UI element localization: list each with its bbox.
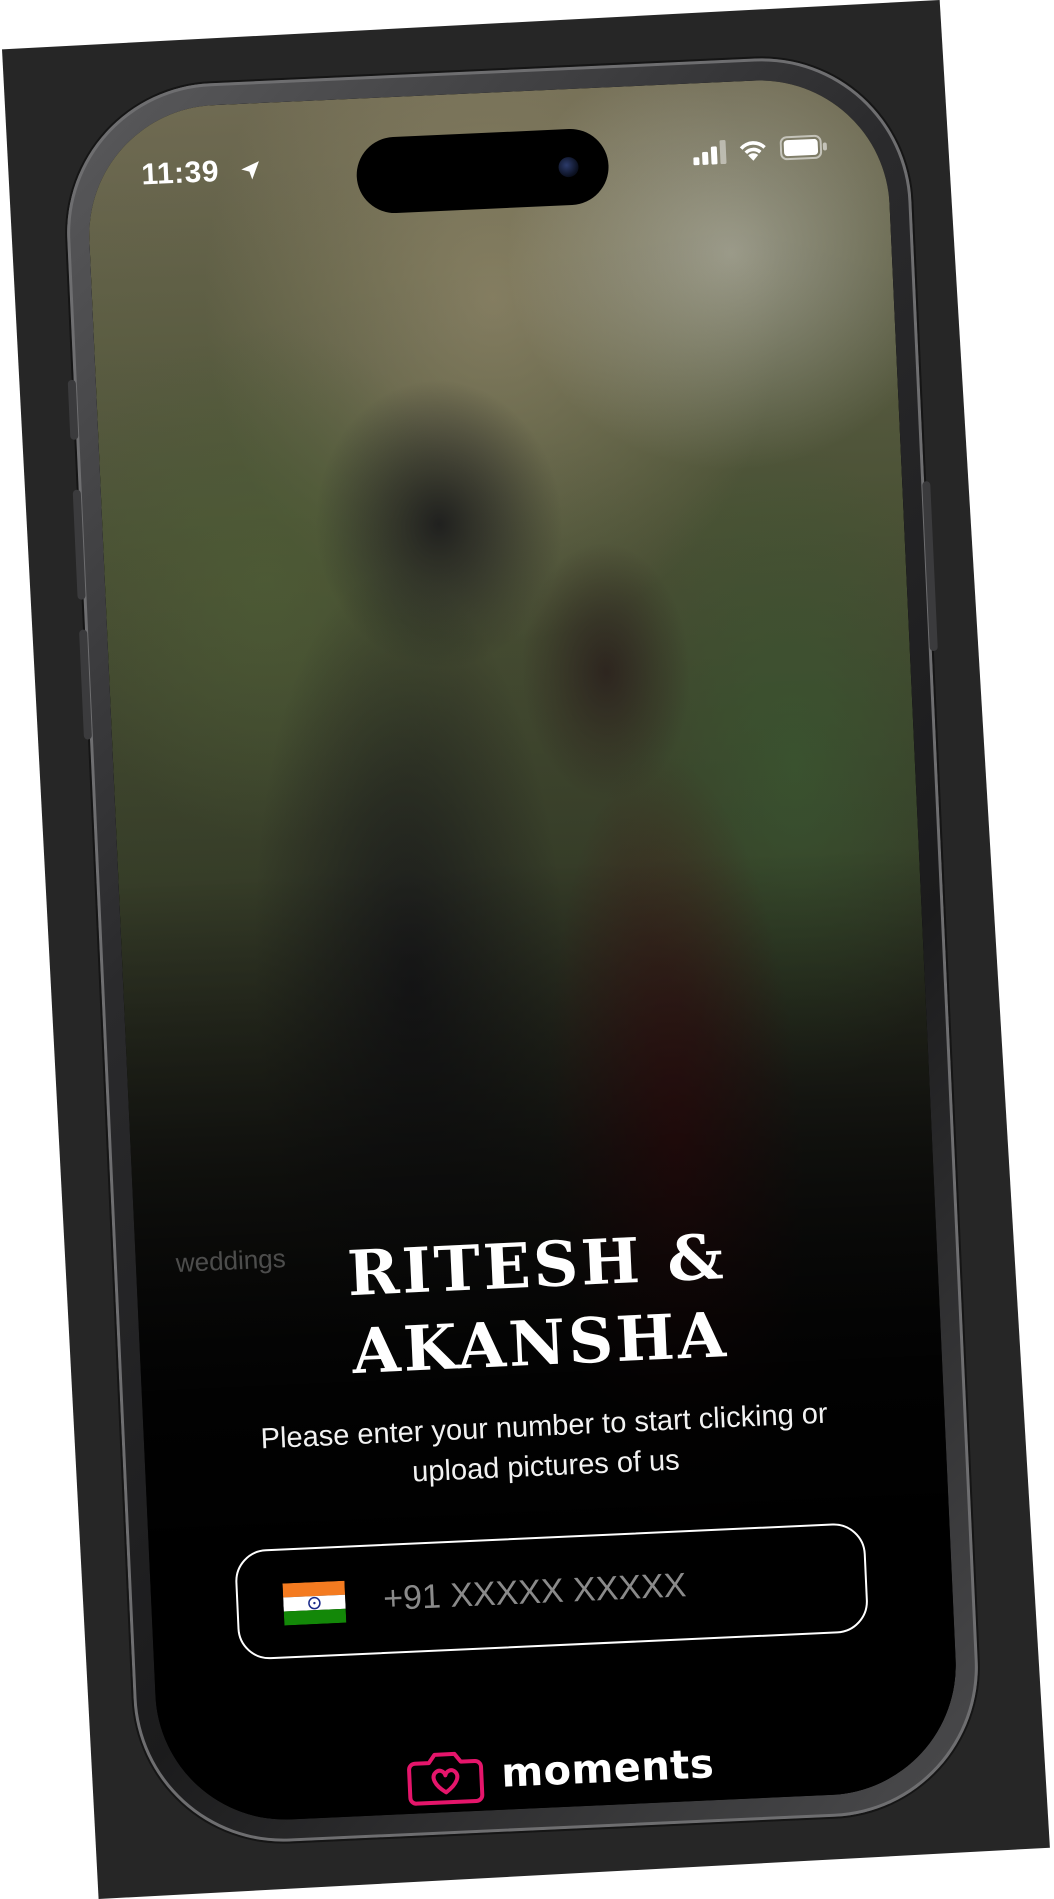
camera-heart-icon xyxy=(407,1751,485,1806)
cellular-signal-icon xyxy=(693,140,727,166)
battery-icon xyxy=(779,134,827,161)
phone-device: weddings 11:39 RITESH & AKANSHA Please e… xyxy=(60,51,985,1849)
screenshot-canvas: weddings 11:39 RITESH & AKANSHA Please e… xyxy=(0,0,1054,1899)
brand-name: moments xyxy=(500,1741,716,1797)
front-camera xyxy=(558,156,579,178)
phone-number-input[interactable] xyxy=(382,1555,846,1622)
dynamic-island xyxy=(355,127,611,215)
location-arrow-icon xyxy=(241,161,259,180)
india-flag-icon[interactable] xyxy=(282,1580,347,1626)
status-time: 11:39 xyxy=(140,154,220,192)
phone-screen: weddings 11:39 RITESH & AKANSHA Please e… xyxy=(83,74,962,1826)
wifi-icon xyxy=(739,141,766,161)
